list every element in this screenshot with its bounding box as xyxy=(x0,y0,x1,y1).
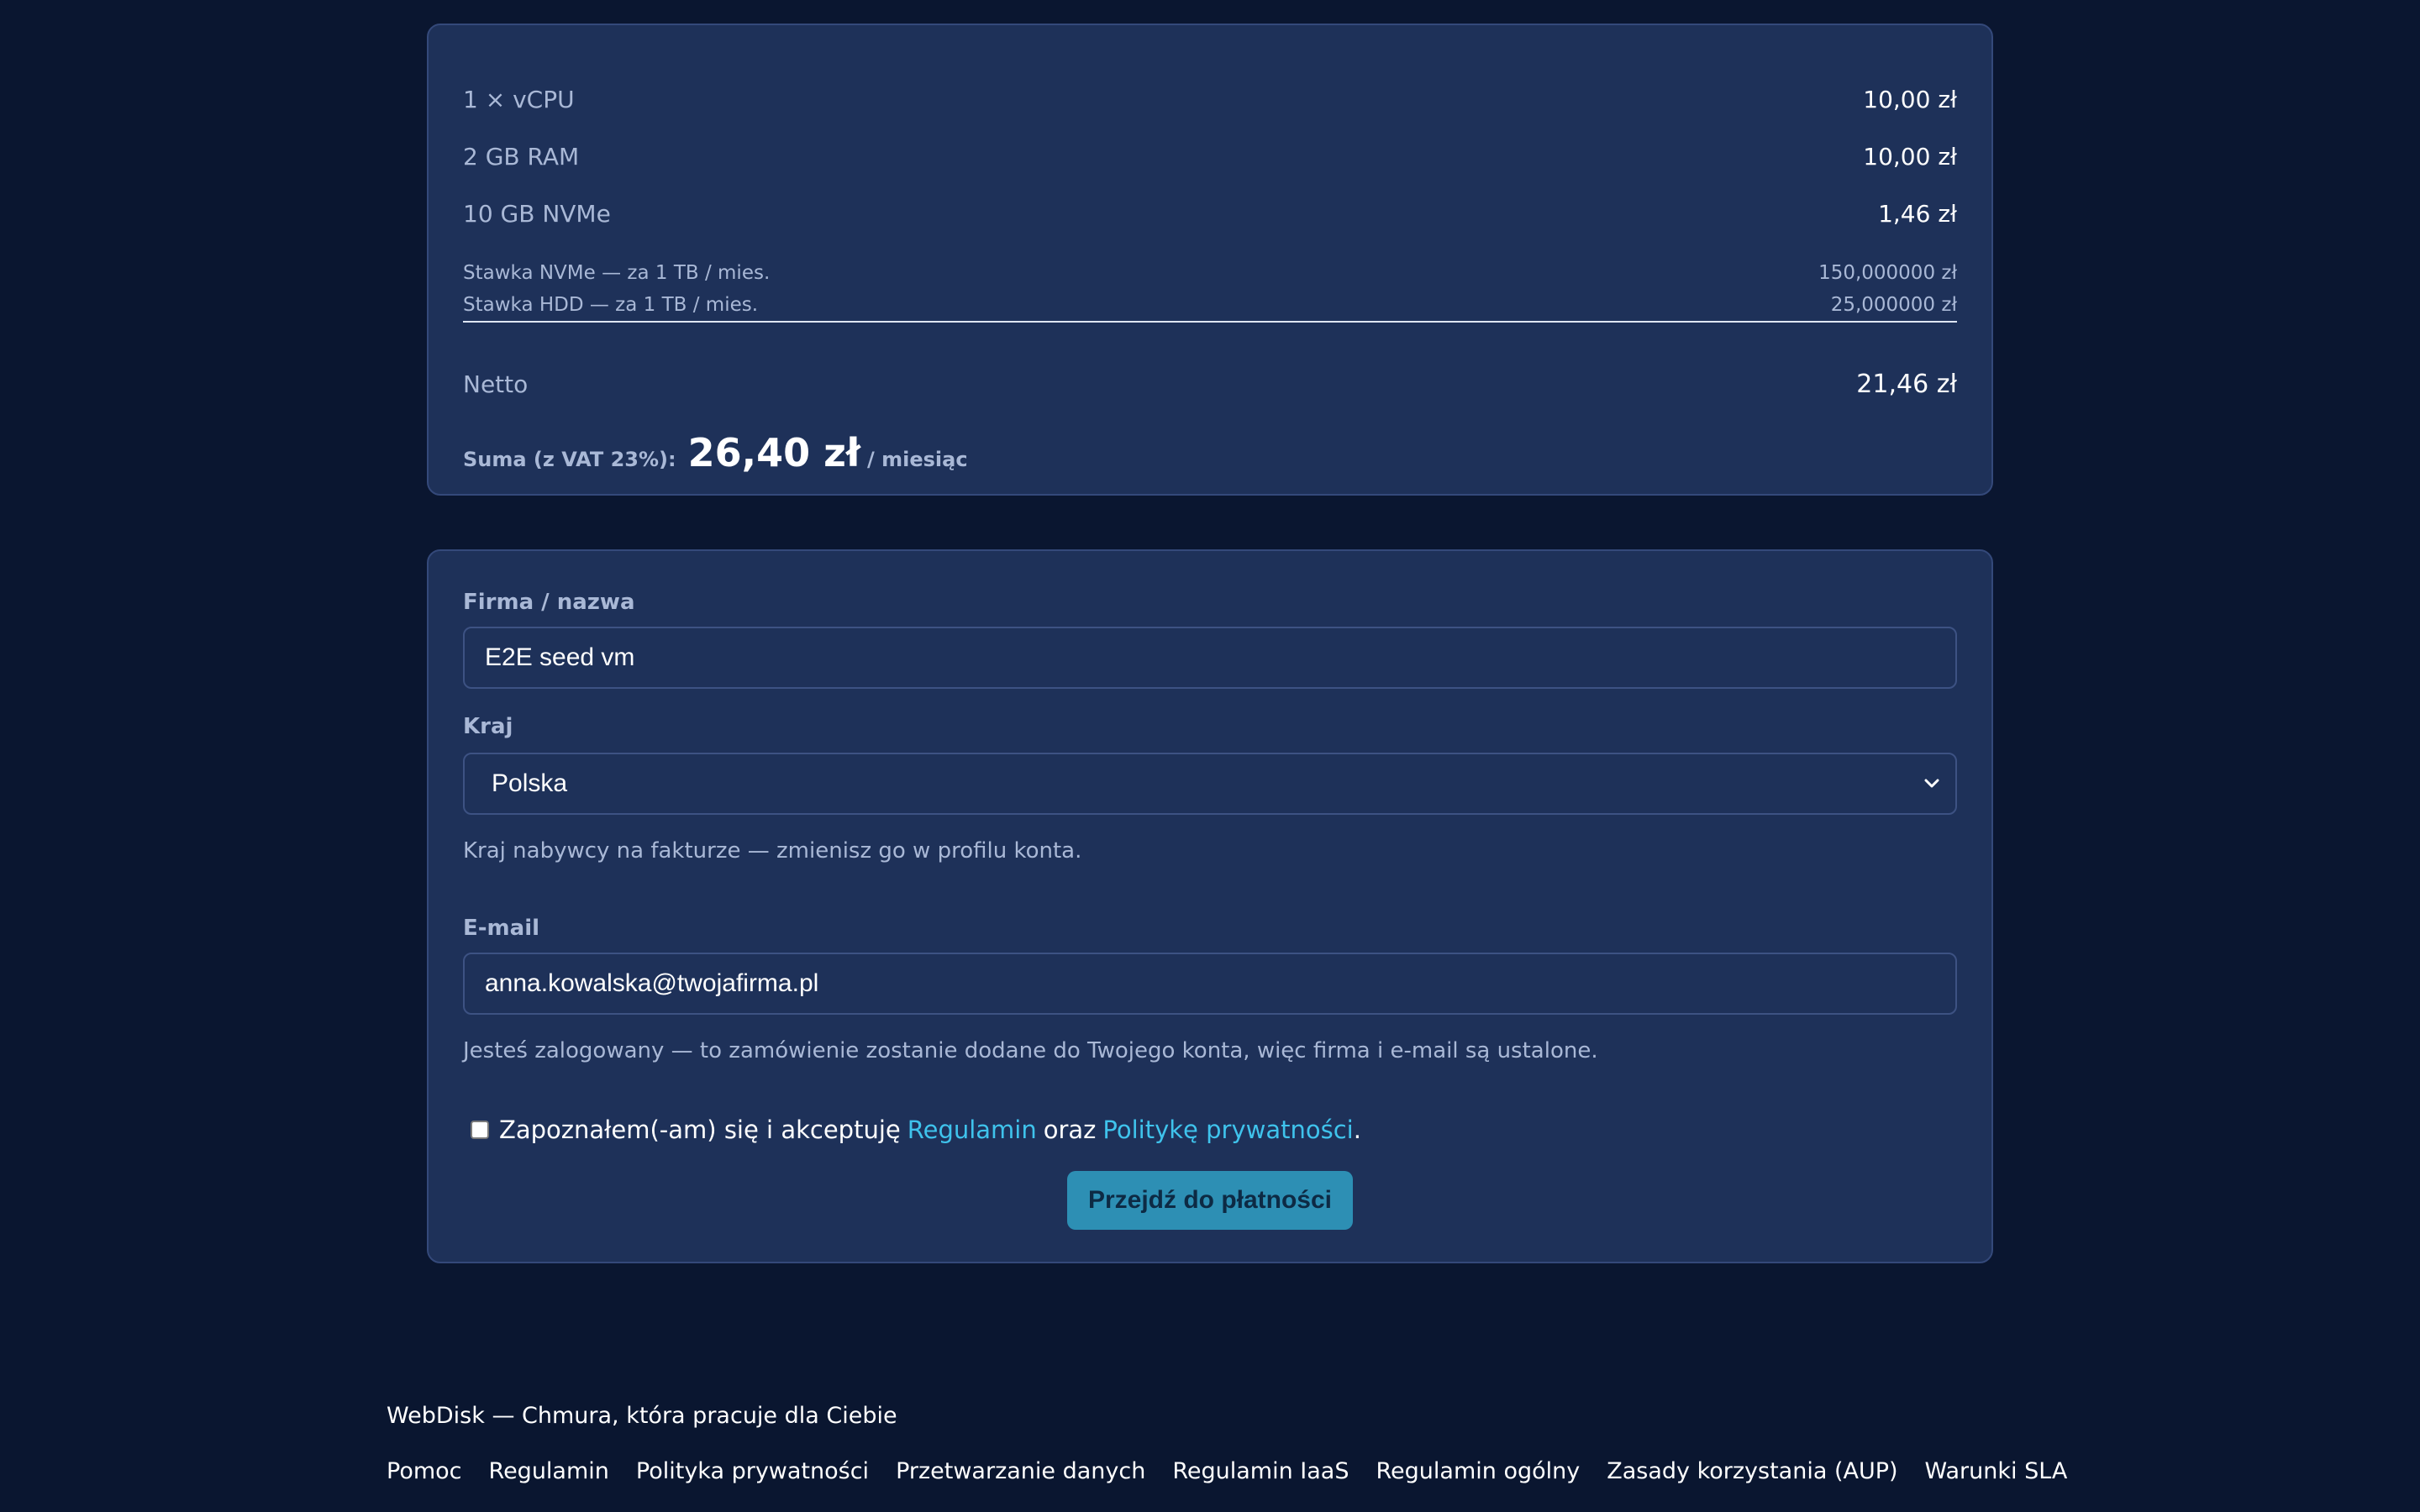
checkout-page: 1 × vCPU 10,00 zł 2 GB RAM 10,00 zł 10 G… xyxy=(0,0,2420,1512)
netto-row: Netto 21,46 zł xyxy=(463,370,1957,399)
rate-value: 25,000000 zł xyxy=(1830,294,1957,316)
summary-line-value: 10,00 zł xyxy=(1863,143,1957,171)
summary-line-label: 2 GB RAM xyxy=(463,143,580,171)
rate-label: Stawka HDD — za 1 TB / mies. xyxy=(463,294,759,316)
footer-link-privacy[interactable]: Polityka prywatności xyxy=(636,1458,869,1484)
netto-value: 21,46 zł xyxy=(1856,370,1957,399)
consent-mid: oraz xyxy=(1043,1116,1097,1144)
summary-line-label: 1 × vCPU xyxy=(463,86,575,113)
summary-line-nvme: 10 GB NVMe 1,46 zł xyxy=(463,200,1957,228)
total-period: / miesiąc xyxy=(867,448,968,471)
proceed-to-payment-button[interactable]: Przejdź do płatności xyxy=(1067,1171,1353,1230)
company-input-value: E2E seed vm xyxy=(485,643,635,671)
summary-line-ram: 2 GB RAM 10,00 zł xyxy=(463,143,1957,171)
price-summary-card: 1 × vCPU 10,00 zł 2 GB RAM 10,00 zł 10 G… xyxy=(427,24,1993,496)
footer-link-data-processing[interactable]: Przetwarzanie danych xyxy=(896,1458,1145,1484)
netto-label: Netto xyxy=(463,370,529,398)
rate-line-hdd: Stawka HDD — za 1 TB / mies. 25,000000 z… xyxy=(463,294,1957,316)
logged-in-help-text: Jesteś zalogowany — to zamówienie zostan… xyxy=(463,1038,1598,1063)
summary-line-value: 10,00 zł xyxy=(1863,86,1957,113)
summary-divider xyxy=(463,321,1957,323)
country-help-text: Kraj nabywcy na fakturze — zmienisz go w… xyxy=(463,838,1082,864)
footer-tagline: WebDisk — Chmura, która pracuje dla Cieb… xyxy=(387,1403,897,1429)
consent-suffix: . xyxy=(1353,1116,1361,1144)
footer-link-iaas-terms[interactable]: Regulamin IaaS xyxy=(1172,1458,1349,1484)
email-input-value: anna.kowalska@twojafirma.pl xyxy=(485,969,819,997)
total-label: Suma (z VAT 23%): xyxy=(463,448,676,471)
email-input[interactable]: anna.kowalska@twojafirma.pl xyxy=(463,953,1957,1015)
company-input[interactable]: E2E seed vm xyxy=(463,627,1957,689)
company-label: Firma / nazwa xyxy=(463,590,635,615)
consent-prefix: Zapoznałem(-am) się i akceptuję xyxy=(499,1116,901,1144)
footer-link-help[interactable]: Pomoc xyxy=(387,1458,462,1484)
chevron-down-icon xyxy=(1920,772,1944,795)
footer-link-sla[interactable]: Warunki SLA xyxy=(1925,1458,2068,1484)
privacy-link[interactable]: Politykę prywatności xyxy=(1102,1116,1353,1144)
total-amount: 26,40 zł xyxy=(687,430,860,475)
footer-link-aup[interactable]: Zasady korzystania (AUP) xyxy=(1607,1458,1897,1484)
rate-line-nvme: Stawka NVMe — za 1 TB / mies. 150,000000… xyxy=(463,262,1957,284)
summary-line-vcpu: 1 × vCPU 10,00 zł xyxy=(463,86,1957,113)
country-select-value: Polska xyxy=(492,769,568,797)
footer-link-terms[interactable]: Regulamin xyxy=(489,1458,609,1484)
consent-checkbox[interactable] xyxy=(471,1121,489,1139)
order-form-card: Firma / nazwa E2E seed vm Kraj Polska Kr… xyxy=(427,549,1993,1263)
summary-line-value: 1,46 zł xyxy=(1878,200,1957,228)
rate-label: Stawka NVMe — za 1 TB / mies. xyxy=(463,262,771,284)
consent-row: Zapoznałem(-am) się i akceptuję Regulami… xyxy=(471,1116,1361,1144)
terms-link[interactable]: Regulamin xyxy=(908,1116,1037,1144)
email-label: E-mail xyxy=(463,916,540,941)
country-label: Kraj xyxy=(463,714,513,739)
footer-link-general-terms[interactable]: Regulamin ogólny xyxy=(1376,1458,1580,1484)
footer-nav: Pomoc Regulamin Polityka prywatności Prz… xyxy=(387,1458,2067,1484)
rate-value: 150,000000 zł xyxy=(1818,262,1957,284)
total-row: Suma (z VAT 23%): 26,40 zł / miesiąc xyxy=(463,430,968,475)
summary-line-label: 10 GB NVMe xyxy=(463,200,611,228)
country-select[interactable]: Polska xyxy=(463,753,1957,815)
